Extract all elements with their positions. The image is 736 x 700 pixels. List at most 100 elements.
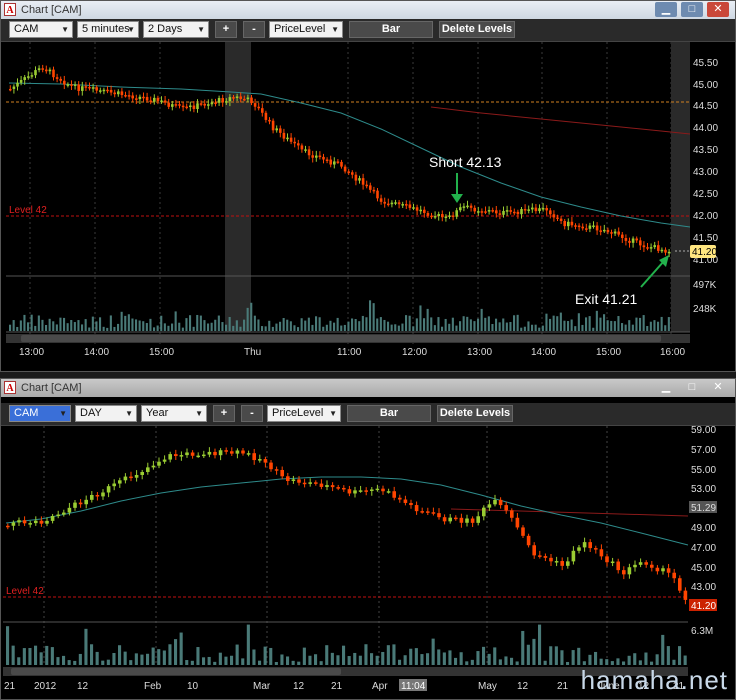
volume-bar xyxy=(12,320,15,331)
close-icon[interactable]: ✕ xyxy=(707,2,729,17)
volume-bar xyxy=(189,315,192,331)
volume-bar xyxy=(73,322,76,331)
volume-bar xyxy=(437,649,441,665)
volume-bar xyxy=(577,313,580,331)
time-tick: 12:00 xyxy=(402,347,427,358)
volume-bar xyxy=(66,323,69,331)
volume-bar xyxy=(17,657,21,665)
time-tick: 13:00 xyxy=(467,347,492,358)
volume-bar xyxy=(217,315,220,331)
volume-bar xyxy=(621,323,624,331)
top-price-axis: 45.50 45.00 44.50 44.00 43.50 43.00 42.5… xyxy=(693,58,718,315)
study-select[interactable]: PriceLevel xyxy=(269,21,343,38)
app-icon: A xyxy=(4,381,16,394)
range-select[interactable]: Year xyxy=(141,405,207,422)
zoom-out-button[interactable]: - xyxy=(241,405,263,422)
session-shade xyxy=(671,42,690,332)
top-title-bar: A Chart [CAM] ▁ □ ✕ xyxy=(1,1,735,19)
volume-bar xyxy=(667,317,670,331)
maximize-icon[interactable]: □ xyxy=(681,380,703,395)
volume-bar xyxy=(628,320,631,331)
close-icon[interactable]: ✕ xyxy=(707,380,729,395)
volume-bar xyxy=(235,644,239,665)
volume-bar xyxy=(112,653,116,665)
volume-bar xyxy=(451,317,454,331)
volume-bar xyxy=(498,659,502,665)
interval-select[interactable]: 5 minutes xyxy=(77,21,139,38)
volume-bar xyxy=(510,657,514,665)
volume-bar xyxy=(426,653,430,665)
time-tick: 16:00 xyxy=(660,347,685,358)
bar-type-button[interactable]: Bar xyxy=(349,21,433,38)
maximize-icon[interactable]: □ xyxy=(681,2,703,17)
bar-type-button[interactable]: Bar xyxy=(347,405,431,422)
price-tick: 42.00 xyxy=(693,211,718,222)
price-tick: 44.00 xyxy=(693,123,718,134)
volume-bar xyxy=(379,317,382,331)
zoom-out-button[interactable]: - xyxy=(243,21,265,38)
study-select[interactable]: PriceLevel xyxy=(267,405,341,422)
volume-tick: 6.3M xyxy=(691,626,713,637)
volume-bar xyxy=(73,660,77,665)
delete-levels-button[interactable]: Delete Levels xyxy=(439,21,515,38)
volume-bar xyxy=(101,660,105,665)
volume-bar xyxy=(171,323,174,331)
volume-bar xyxy=(214,319,217,331)
volume-bar xyxy=(408,315,411,331)
volume-bar xyxy=(678,646,682,665)
volume-bar xyxy=(261,326,264,331)
volume-bar xyxy=(599,317,602,331)
volume-bar xyxy=(45,645,49,665)
volume-bar xyxy=(509,321,512,331)
top-chart[interactable]: Level 42 45.50 45.00 44.50 44.00 43.50 4… xyxy=(1,42,735,372)
volume-bar xyxy=(574,326,577,331)
delete-levels-button[interactable]: Delete Levels xyxy=(437,405,513,422)
range-select[interactable]: 2 Days xyxy=(143,21,209,38)
volume-bar xyxy=(532,638,536,665)
volume-bar xyxy=(376,318,379,331)
volume-bar xyxy=(232,325,235,331)
volume-bar xyxy=(302,647,306,665)
zoom-in-button[interactable]: + xyxy=(213,405,235,422)
exit-annotation: Exit 41.21 xyxy=(575,291,637,307)
zoom-in-button[interactable]: + xyxy=(215,21,237,38)
volume-bar xyxy=(588,316,591,331)
volume-bar xyxy=(617,316,620,331)
volume-bar xyxy=(280,654,284,665)
bottom-price-axis: 59.00 57.00 55.00 53.00 51.29 49.00 47.0… xyxy=(689,426,717,637)
interval-select[interactable]: DAY xyxy=(75,405,137,422)
minimize-icon[interactable]: ▁ xyxy=(655,2,677,17)
price-tick: 51.29 xyxy=(691,503,716,514)
volume-bar xyxy=(253,315,256,331)
symbol-select[interactable]: CAM xyxy=(9,405,71,422)
last-price-label: 41.20 xyxy=(692,247,717,258)
volume-bar xyxy=(403,655,407,665)
volume-bar xyxy=(523,326,526,331)
volume-bar xyxy=(271,326,274,331)
volume-bar xyxy=(563,320,566,331)
volume-bar xyxy=(541,325,544,331)
volume-bar xyxy=(394,324,397,331)
volume-bar xyxy=(123,651,127,665)
volume-bar xyxy=(258,660,262,665)
minimize-icon[interactable]: ▁ xyxy=(655,380,677,395)
volume-bar xyxy=(426,308,429,331)
volume-bar xyxy=(661,634,665,665)
volume-bar xyxy=(84,319,87,331)
volume-bar xyxy=(145,323,148,331)
volume-bar xyxy=(470,659,474,665)
volume-bar xyxy=(527,321,530,331)
time-tick: 12 xyxy=(293,681,305,692)
volume-bar xyxy=(319,661,323,665)
top-scroll-thumb xyxy=(21,335,661,342)
bottom-chart[interactable]: Level 42 59.00 57.00 55.00 53.00 51.29 4… xyxy=(1,426,735,700)
volume-bar xyxy=(50,647,54,665)
volume-bar xyxy=(239,326,242,331)
symbol-select[interactable]: CAM xyxy=(9,21,73,38)
level-label: Level 42 xyxy=(9,205,47,216)
volume-bar xyxy=(482,646,486,665)
volume-bar xyxy=(293,325,296,331)
volume-bar xyxy=(62,655,66,665)
volume-bar xyxy=(67,660,71,665)
volume-bar xyxy=(286,319,289,331)
